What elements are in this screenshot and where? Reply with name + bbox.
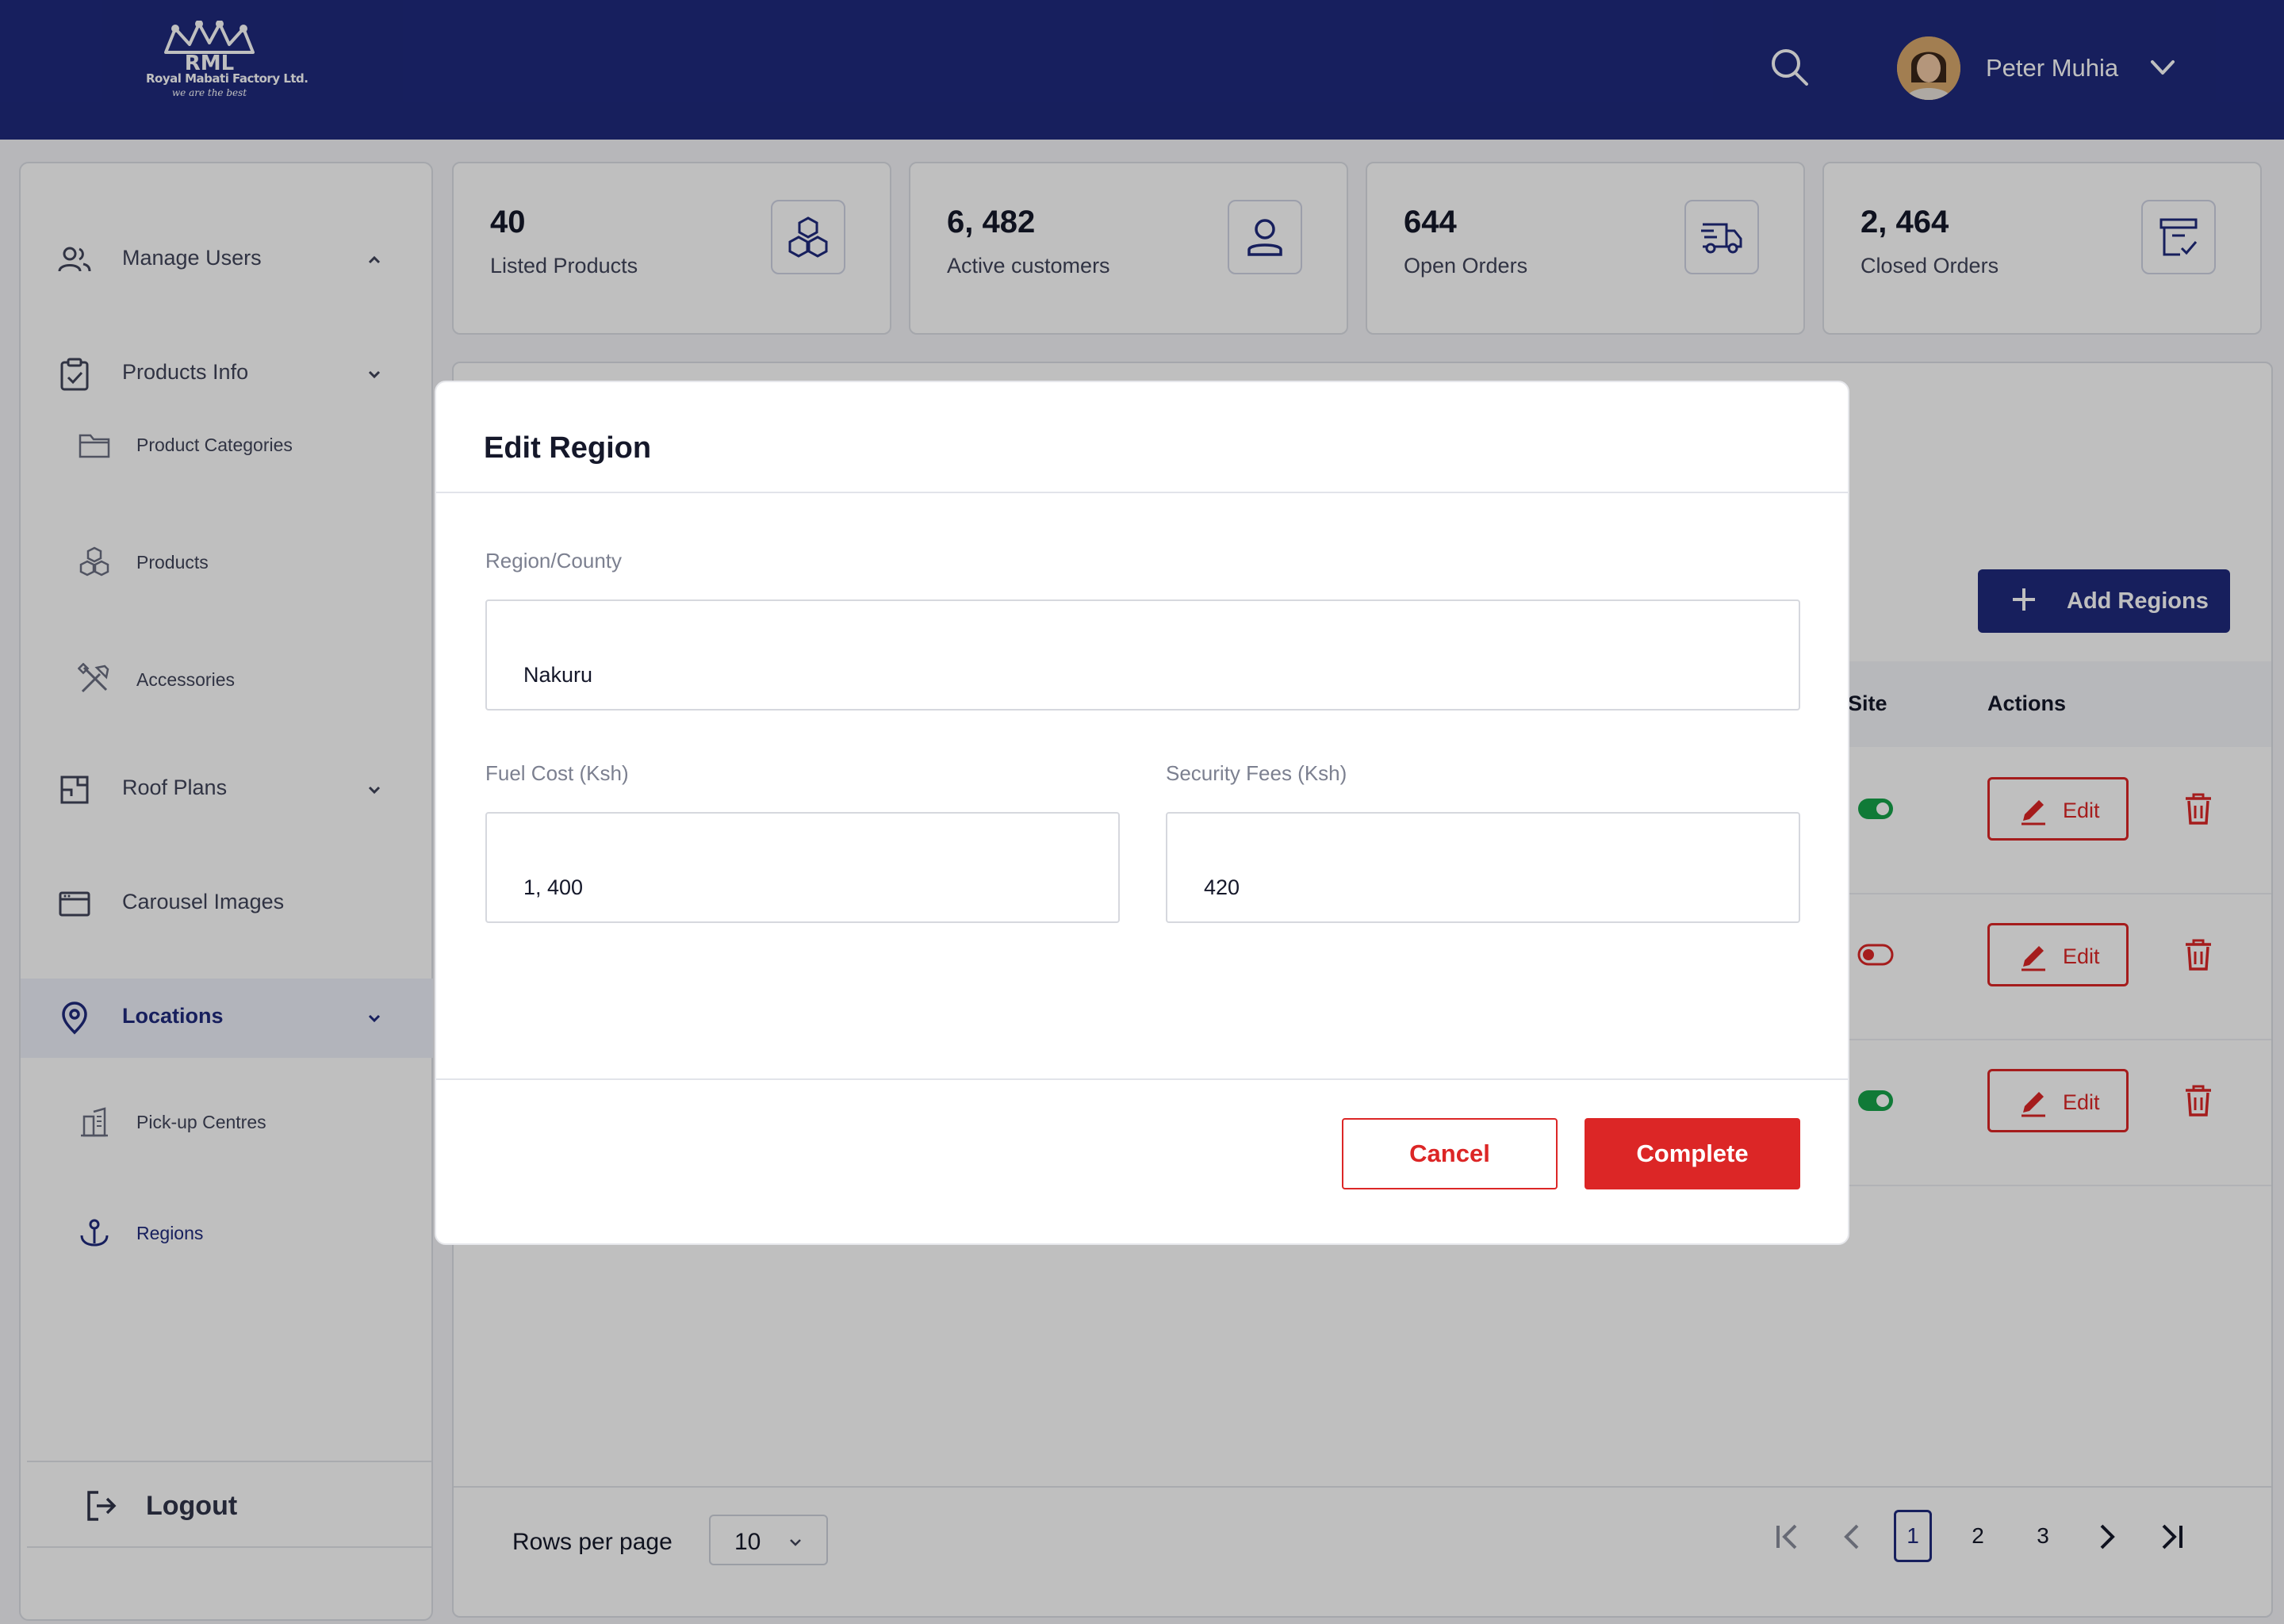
fuel-cost-label: Fuel Cost (Ksh) [485,761,629,785]
modal-title: Edit Region [484,431,652,465]
fuel-cost-input[interactable] [485,812,1120,923]
region-county-label: Region/County [485,549,622,573]
security-fees-label: Security Fees (Ksh) [1166,761,1347,785]
modal-divider [436,492,1848,493]
security-fees-input[interactable] [1166,812,1800,923]
modal-footer-divider [436,1078,1848,1080]
complete-button[interactable]: Complete [1585,1118,1800,1189]
edit-region-modal: Edit Region Region/County Fuel Cost (Ksh… [435,381,1849,1245]
region-county-input[interactable] [485,599,1800,710]
cancel-button[interactable]: Cancel [1342,1118,1558,1189]
